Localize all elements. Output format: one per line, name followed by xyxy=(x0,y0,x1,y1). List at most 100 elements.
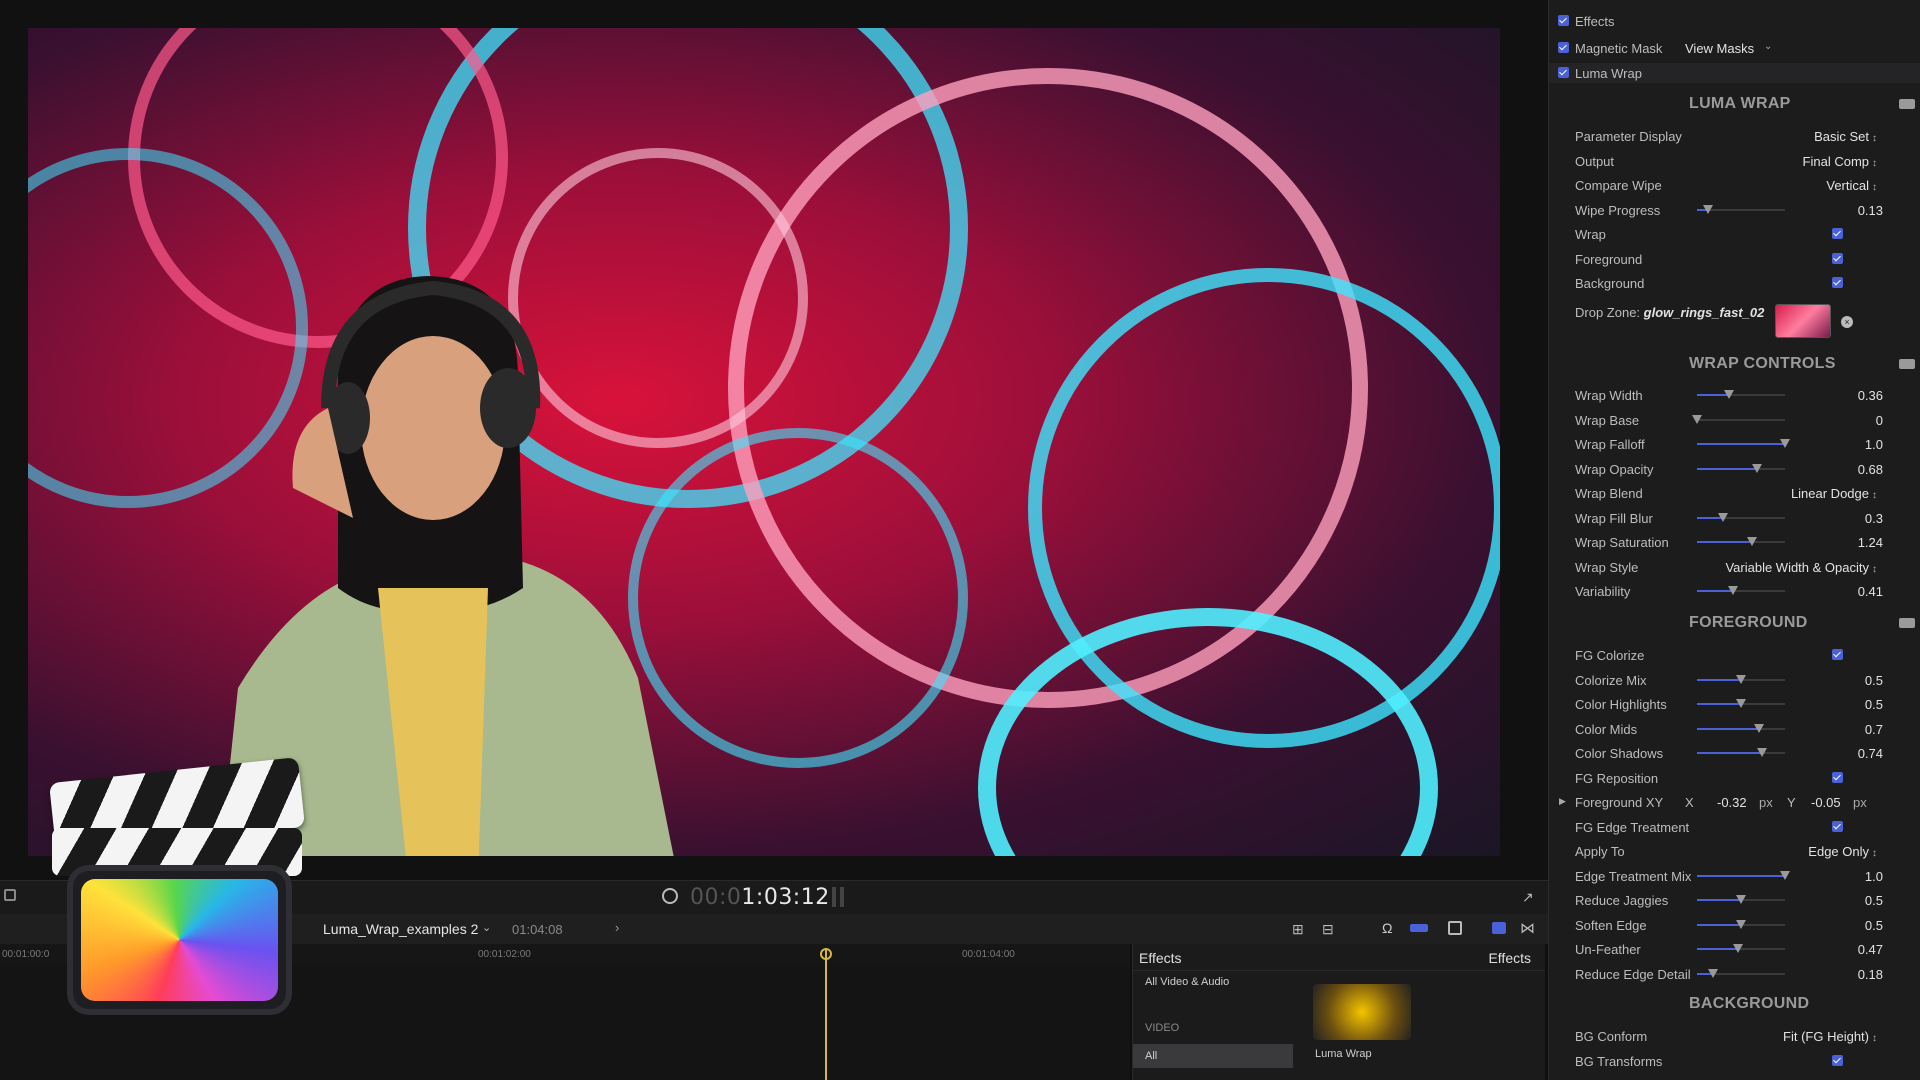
param-slider[interactable] xyxy=(1697,537,1785,546)
param-slider[interactable] xyxy=(1697,944,1785,953)
param-value[interactable]: 0.13 xyxy=(1858,203,1883,218)
param-value[interactable]: 0.5 xyxy=(1865,673,1883,688)
param-value[interactable]: 0.18 xyxy=(1858,967,1883,982)
param-value[interactable]: 0.5 xyxy=(1865,893,1883,908)
slider-knob[interactable] xyxy=(1751,463,1762,473)
param-value[interactable]: 0.7 xyxy=(1865,722,1883,737)
param-value[interactable]: 1.0 xyxy=(1865,437,1883,452)
effects-category-dropdown[interactable]: Effects xyxy=(1488,950,1531,966)
slider-knob[interactable] xyxy=(1736,674,1746,684)
param-value[interactable]: 0.74 xyxy=(1858,746,1883,761)
param-value[interactable]: 0.5 xyxy=(1865,697,1883,712)
param-checkbox[interactable] xyxy=(1832,649,1843,660)
effects-checkbox[interactable] xyxy=(1558,15,1569,26)
category-all[interactable]: All xyxy=(1133,1044,1293,1068)
slider-knob[interactable] xyxy=(1703,204,1714,214)
param-value[interactable]: 0 xyxy=(1876,413,1883,428)
insert-clip-icon[interactable]: ⊟ xyxy=(1322,921,1334,938)
param-checkbox[interactable] xyxy=(1832,252,1843,264)
param-slider[interactable] xyxy=(1697,204,1785,214)
param-slider[interactable] xyxy=(1697,463,1785,473)
param-value[interactable]: 0.41 xyxy=(1858,584,1883,599)
param-checkbox[interactable] xyxy=(1832,228,1843,239)
slider-knob[interactable] xyxy=(1718,512,1729,522)
param-checkbox[interactable] xyxy=(1832,277,1843,288)
param-slider[interactable] xyxy=(1697,586,1785,595)
param-slider[interactable] xyxy=(1697,699,1785,708)
slider-knob[interactable] xyxy=(1746,537,1757,546)
slider-knob[interactable] xyxy=(1736,919,1746,929)
param-slider[interactable] xyxy=(1697,968,1785,978)
param-checkbox[interactable] xyxy=(1832,1054,1843,1066)
slider-knob[interactable] xyxy=(1753,723,1764,733)
param-slider[interactable] xyxy=(1692,414,1785,424)
slider-knob[interactable] xyxy=(1723,390,1734,399)
slider-knob[interactable] xyxy=(1692,414,1702,424)
disclosure-triangle-icon[interactable]: ▶ xyxy=(1559,796,1566,807)
param-slider[interactable] xyxy=(1697,919,1785,929)
param-slider[interactable] xyxy=(1697,439,1790,448)
append-clip-icon[interactable]: ⊞ xyxy=(1292,921,1304,938)
category-all-video-audio[interactable]: All Video & Audio xyxy=(1133,970,1293,994)
param-label: Wrap Opacity xyxy=(1575,461,1654,477)
param-slider[interactable] xyxy=(1697,748,1785,757)
magnetic-mask-checkbox[interactable] xyxy=(1558,42,1569,53)
drop-zone-well[interactable] xyxy=(1775,304,1831,338)
slider-knob[interactable] xyxy=(1728,586,1739,595)
clear-icon[interactable]: × xyxy=(1841,316,1853,328)
param-value[interactable]: 1.24 xyxy=(1858,535,1883,550)
param-slider[interactable] xyxy=(1697,723,1785,733)
param-label: Reduce Jaggies xyxy=(1575,893,1669,908)
slider-knob[interactable] xyxy=(1757,748,1768,757)
view-masks-dropdown[interactable]: View Masks xyxy=(1685,41,1754,56)
video-frame[interactable] xyxy=(28,28,1500,856)
param-value[interactable]: 0.3 xyxy=(1865,511,1883,526)
param-value[interactable]: 0.36 xyxy=(1858,388,1883,403)
playhead[interactable] xyxy=(825,948,827,1080)
slider-knob[interactable] xyxy=(1733,944,1744,953)
skimming-icon[interactable] xyxy=(1410,924,1428,932)
slider-knob[interactable] xyxy=(1780,439,1790,448)
slider-knob[interactable] xyxy=(1780,870,1790,880)
param-popup[interactable]: Final Comp xyxy=(1803,154,1877,169)
param-slider[interactable] xyxy=(1697,674,1785,684)
chevron-down-icon[interactable]: ⌄ xyxy=(1764,41,1772,52)
param-value[interactable]: 0.47 xyxy=(1858,942,1883,957)
param-popup[interactable]: Vertical xyxy=(1826,178,1877,193)
transitions-icon[interactable]: ⋈ xyxy=(1520,919,1535,937)
slider-knob[interactable] xyxy=(1707,968,1718,978)
camera-icon[interactable] xyxy=(1899,359,1915,369)
chevron-right-icon[interactable]: › xyxy=(615,920,619,935)
param-value[interactable]: 0.5 xyxy=(1865,918,1883,933)
param-popup[interactable]: Fit (FG Height) xyxy=(1783,1029,1877,1044)
slider-knob[interactable] xyxy=(1736,699,1746,708)
clip-appearance-icon[interactable] xyxy=(1448,921,1462,935)
playhead-handle[interactable] xyxy=(820,948,832,960)
camera-icon[interactable] xyxy=(1899,99,1915,109)
param-slider[interactable] xyxy=(1697,870,1790,880)
foreground-xy-x[interactable]: -0.32 xyxy=(1717,795,1747,810)
param-value[interactable]: 0.68 xyxy=(1858,462,1883,477)
param-slider[interactable] xyxy=(1697,895,1785,904)
param-popup[interactable]: Basic Set xyxy=(1814,129,1877,144)
param-popup[interactable]: Variable Width & Opacity xyxy=(1725,560,1877,575)
param-value[interactable]: 1.0 xyxy=(1865,869,1883,884)
camera-icon[interactable] xyxy=(1899,618,1915,628)
foreground-xy-y[interactable]: -0.05 xyxy=(1811,795,1841,810)
chevron-down-icon[interactable]: ⌄ xyxy=(482,921,491,934)
play-icon[interactable] xyxy=(662,888,678,904)
viewer-options-icon[interactable] xyxy=(4,889,16,901)
param-slider[interactable] xyxy=(1697,512,1785,522)
luma-wrap-effect-thumbnail[interactable] xyxy=(1313,984,1411,1040)
luma-wrap-checkbox[interactable] xyxy=(1558,67,1569,78)
param-checkbox[interactable] xyxy=(1832,771,1843,783)
param-slider[interactable] xyxy=(1697,390,1785,399)
param-popup[interactable]: Edge Only xyxy=(1808,844,1877,859)
slider-knob[interactable] xyxy=(1736,895,1746,904)
fullscreen-icon[interactable]: ↗ xyxy=(1522,889,1534,906)
headphones-icon[interactable]: Ω xyxy=(1382,920,1392,936)
param-popup[interactable]: Linear Dodge xyxy=(1791,486,1877,501)
param-checkbox[interactable] xyxy=(1832,820,1843,832)
project-name[interactable]: Luma_Wrap_examples 2 xyxy=(323,921,478,937)
inspector-toggle-icon[interactable] xyxy=(1492,922,1506,934)
